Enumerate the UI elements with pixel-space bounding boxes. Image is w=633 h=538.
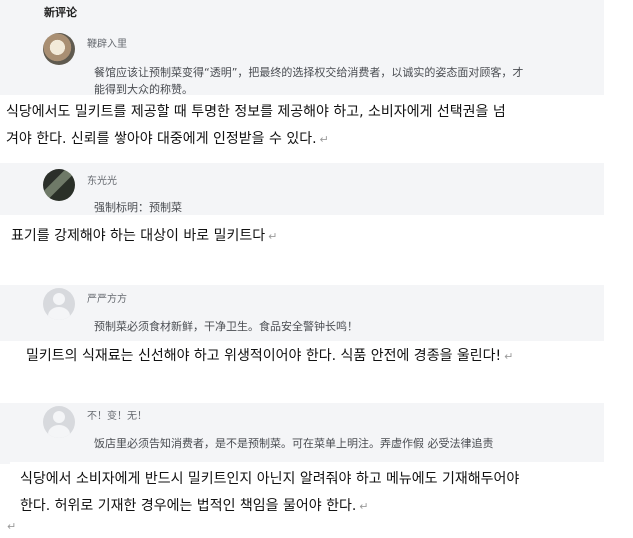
user-avatar[interactable]	[43, 406, 75, 438]
comment-text: 餐馆应该让预制菜变得“透明”，把最终的选择权交给消费者，以诚实的姿态面对顾客，才	[94, 66, 524, 79]
translation-paragraph: 밀키트의 식재료는 신선해야 하고 위생적이어야 한다. 식품 안전에 경종을 …	[26, 343, 616, 370]
user-avatar[interactable]	[43, 288, 75, 320]
translation-paragraph: 표기를 강제해야 하는 대상이 바로 밀키트다 ↵	[11, 223, 611, 250]
translation-paragraph: 식당에서 소비자에게 반드시 밀키트인지 아닌지 알려줘야 하고 메뉴에도 기재…	[20, 466, 620, 520]
comment-card-1: 新评论 鞭辟入里 餐馆应该让预制菜变得“透明”，把最终的选择权交给消费者，以诚实…	[0, 0, 604, 96]
comment-username[interactable]: 不！变！无！	[87, 407, 147, 422]
comment-card-4: 不！变！无！ 饭店里必须告知消费者，是不是预制菜。可在菜单上明注。弄虚作假 必受…	[0, 403, 604, 464]
comment-text: 饭店里必须告知消费者，是不是预制菜。可在菜单上明注。弄虚作假 必受法律追责	[94, 437, 494, 450]
return-mark: ↵	[359, 500, 369, 513]
translation-line: 식당에서 소비자에게 반드시 밀키트인지 아닌지 알려줘야 하고 메뉴에도 기재…	[20, 471, 520, 487]
return-mark: ↵	[268, 230, 278, 243]
return-mark: ↵	[319, 133, 329, 146]
user-avatar[interactable]	[43, 33, 75, 65]
translation-line: 겨야 한다. 신뢰를 쌓아야 대중에게 인정받을 수 있다. ↵	[6, 131, 329, 147]
translation-paragraph: 식당에서도 밀키트를 제공할 때 투명한 정보를 제공해야 하고, 소비자에게 …	[6, 99, 606, 153]
comment-username[interactable]: 严严方方	[87, 290, 127, 305]
user-avatar[interactable]	[43, 169, 75, 201]
comment-card-3: 严严方方 预制菜必须食材新鲜，干净卫生。食品安全警钟长鸣！	[0, 285, 604, 341]
section-title: 新评论	[44, 6, 77, 19]
translation-line: 식당에서도 밀키트를 제공할 때 투명한 정보를 제공해야 하고, 소비자에게 …	[6, 104, 506, 120]
comment-text: 能得到大众的称赞。	[94, 83, 193, 96]
comment-username[interactable]: 鞭辟入里	[87, 35, 127, 50]
comment-text: 强制标明：预制菜	[94, 201, 182, 214]
translation-line: 밀키트의 식재료는 신선해야 하고 위생적이어야 한다. 식품 안전에 경종을 …	[26, 348, 514, 364]
translation-line: 표기를 강제해야 하는 대상이 바로 밀키트다 ↵	[11, 228, 278, 244]
comment-text: 预制菜必须食材新鲜，干净卫生。食品安全警钟长鸣！	[94, 320, 358, 333]
return-mark: ↵	[7, 520, 17, 533]
return-mark: ↵	[504, 350, 514, 363]
comment-username[interactable]: 东光光	[87, 172, 117, 187]
comment-card-2: 东光光 强制标明：预制菜	[0, 163, 604, 215]
translation-line: 한다. 허위로 기재한 경우에는 법적인 책임을 물어야 한다. ↵	[20, 498, 369, 514]
